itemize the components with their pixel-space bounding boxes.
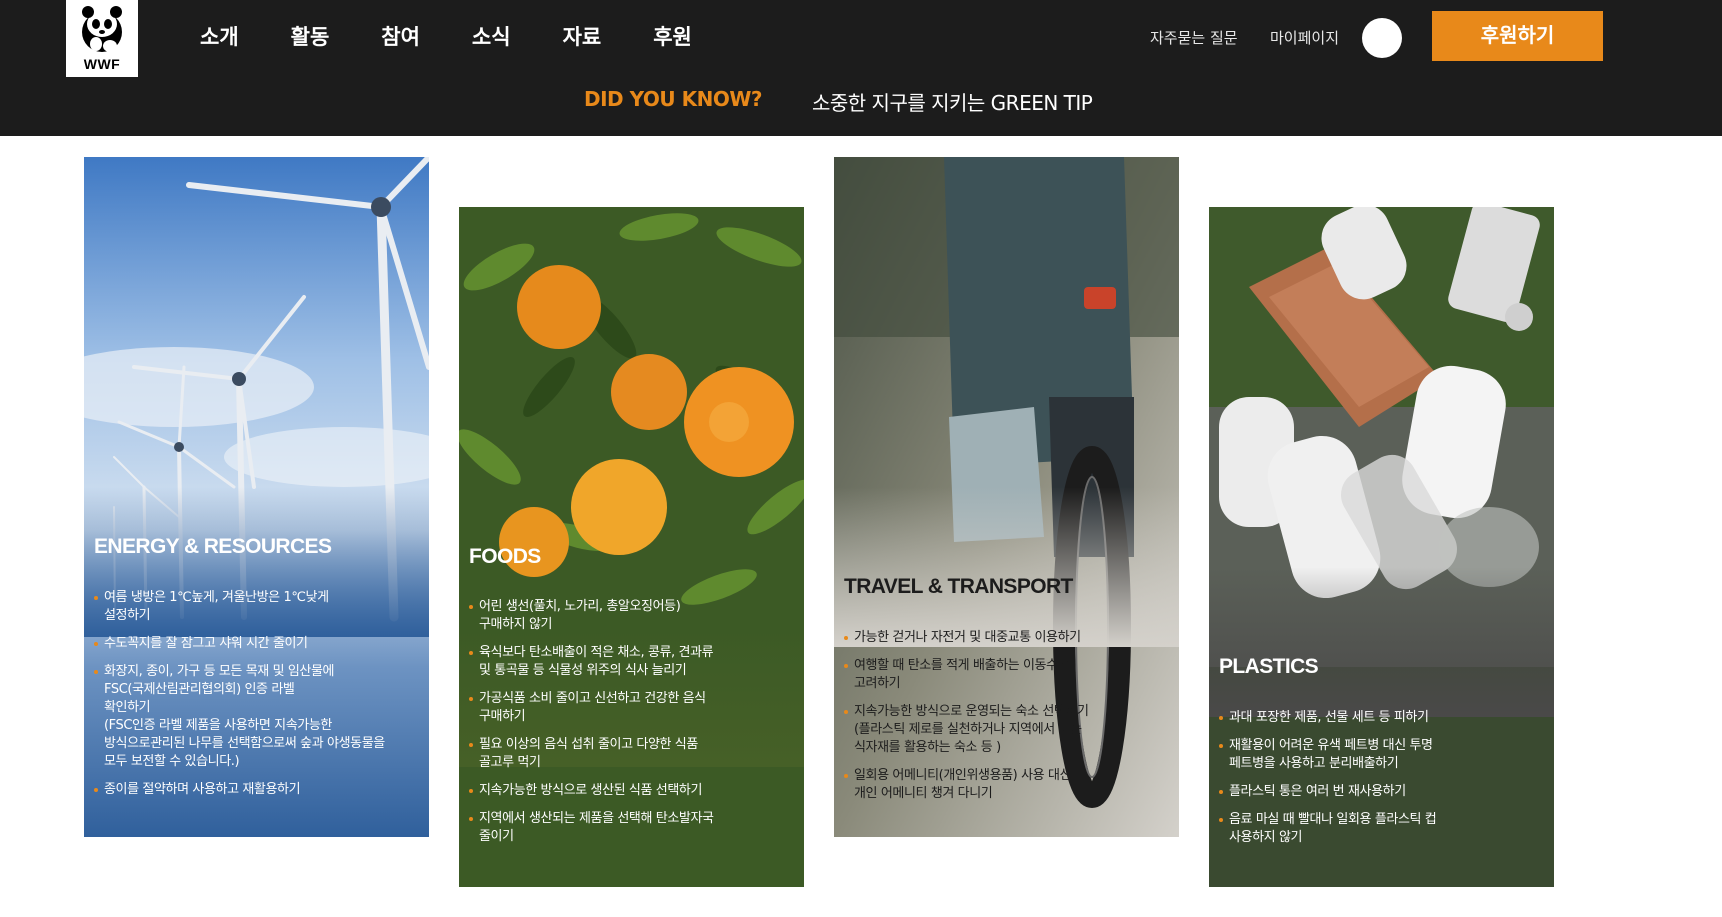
faq-link[interactable]: 자주묻는 질문 — [1150, 27, 1238, 48]
subnav-did-you-know[interactable]: DID YOU KNOW? — [584, 87, 762, 111]
avatar[interactable] — [1362, 18, 1402, 58]
list-item: 재활용이 어려운 유색 페트병 대신 투명 페트병을 사용하고 분리배출하기 — [1219, 737, 1544, 773]
donate-button[interactable]: 후원하기 — [1432, 11, 1603, 61]
card-foods: FOODS 어린 생선(풀치, 노가리, 총알오징어등) 구매하지 않기 육식보… — [459, 207, 804, 887]
nav-item-participate[interactable]: 참여 — [381, 22, 420, 52]
tip-list: 여름 냉방은 1℃높게, 겨울난방은 1℃낮게 설정하기 수도꼭지를 잘 잠그고… — [94, 589, 419, 809]
tip-list: 어린 생선(풀치, 노가리, 총알오징어등) 구매하지 않기 육식보다 탄소배출… — [469, 598, 794, 856]
nav-item-activities[interactable]: 활동 — [291, 22, 330, 52]
nav-item-news[interactable]: 소식 — [472, 22, 511, 52]
card-fade — [1209, 567, 1554, 717]
list-item: 일회용 어메니티(개인위생용품) 사용 대신 개인 어메니티 챙겨 다니기 — [844, 767, 1169, 803]
list-item: 종이를 절약하며 사용하고 재활용하기 — [94, 781, 419, 799]
list-item: 가공식품 소비 줄이고 신선하고 건강한 음식 구매하기 — [469, 690, 794, 726]
site-header: WWF 소개 활동 참여 소식 자료 후원 자주묻는 질문 마이페이지 후원하기… — [0, 0, 1722, 136]
card-title: ENERGY & RESOURCES — [94, 535, 332, 558]
nav-item-resources[interactable]: 자료 — [563, 22, 602, 52]
card-travel-transport: TRAVEL & TRANSPORT 가능한 걷거나 자전거 및 대중교통 이용… — [834, 157, 1179, 837]
card-title: FOODS — [469, 545, 541, 568]
subnav-green-tip[interactable]: 소중한 지구를 지키는 GREEN TIP — [812, 87, 1093, 116]
list-item: 플라스틱 통은 여러 번 재사용하기 — [1219, 783, 1544, 801]
nav-item-support[interactable]: 후원 — [653, 22, 692, 52]
panda-icon — [82, 6, 122, 52]
card-title: PLASTICS — [1219, 655, 1319, 678]
list-item: 가능한 걷거나 자전거 및 대중교통 이용하기 — [844, 629, 1169, 647]
list-item: 수도꼭지를 잘 잠그고 샤워 시간 줄이기 — [94, 635, 419, 653]
tip-list: 과대 포장한 제품, 선물 세트 등 피하기 재활용이 어려운 유색 페트병 대… — [1219, 709, 1544, 857]
list-item: 지속가능한 방식으로 생산된 식품 선택하기 — [469, 782, 794, 800]
tip-list: 가능한 걷거나 자전거 및 대중교통 이용하기 여행할 때 탄소를 적게 배출하… — [844, 629, 1169, 813]
mypage-link[interactable]: 마이페이지 — [1270, 27, 1339, 48]
list-item: 필요 이상의 음식 섭취 줄이고 다양한 식품 골고루 먹기 — [469, 736, 794, 772]
card-title: TRAVEL & TRANSPORT — [844, 575, 1073, 598]
list-item: 화장지, 종이, 가구 등 모든 목재 및 임산물에 FSC(국제산림관리협의회… — [94, 663, 419, 771]
list-item: 지속가능한 방식으로 운영되는 숙소 선택하기 (플라스틱 제로를 실천하거나 … — [844, 703, 1169, 757]
nav-item-about[interactable]: 소개 — [200, 22, 239, 52]
list-item: 지역에서 생산되는 제품을 선택해 탄소발자국 줄이기 — [469, 810, 794, 846]
wwf-logo[interactable]: WWF — [66, 0, 138, 77]
list-item: 음료 마실 때 빨대나 일회용 플라스틱 컵 사용하지 않기 — [1219, 811, 1544, 847]
list-item: 어린 생선(풀치, 노가리, 총알오징어등) 구매하지 않기 — [469, 598, 794, 634]
card-plastics: PLASTICS 과대 포장한 제품, 선물 세트 등 피하기 재활용이 어려운… — [1209, 207, 1554, 887]
list-item: 과대 포장한 제품, 선물 세트 등 피하기 — [1219, 709, 1544, 727]
list-item: 여행할 때 탄소를 적게 배출하는 이동수단 고려하기 — [844, 657, 1169, 693]
card-fade — [834, 487, 1179, 647]
list-item: 육식보다 탄소배출이 적은 채소, 콩류, 견과류 및 통곡물 등 식물성 위주… — [469, 644, 794, 680]
list-item: 여름 냉방은 1℃높게, 겨울난방은 1℃낮게 설정하기 — [94, 589, 419, 625]
logo-text: WWF — [83, 56, 121, 72]
card-energy-resources: ENERGY & RESOURCES 여름 냉방은 1℃높게, 겨울난방은 1℃… — [84, 157, 429, 837]
main-nav: 소개 활동 참여 소식 자료 후원 — [200, 22, 744, 52]
